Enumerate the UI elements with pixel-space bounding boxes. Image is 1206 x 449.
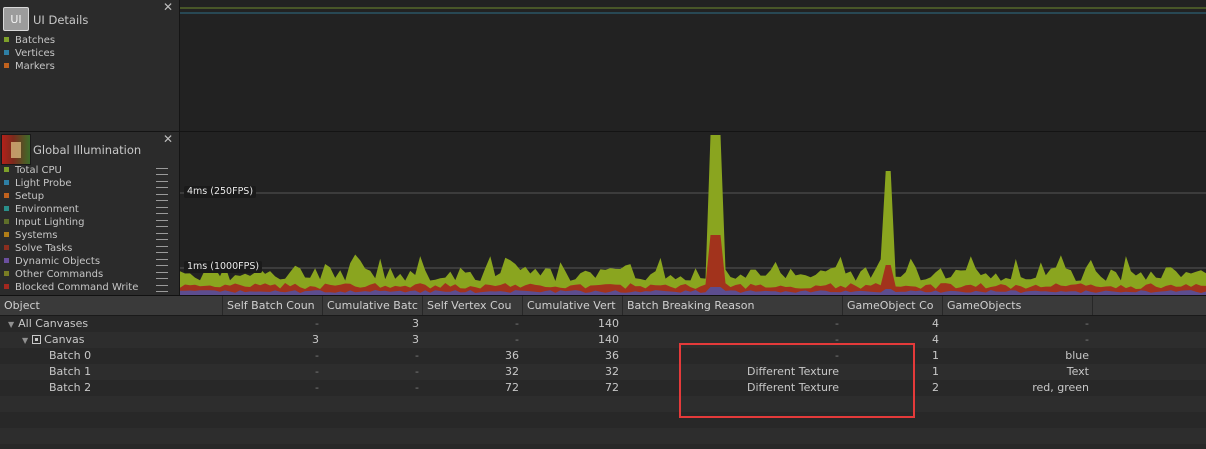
column-header-cumulative-batch-count[interactable]: Cumulative Batc: [323, 296, 423, 315]
legend-label: Light Probe: [15, 178, 72, 189]
legend-label: Setup: [15, 191, 45, 202]
drag-handle-icon[interactable]: [156, 285, 168, 292]
time-label-1ms: 1ms (1000FPS): [184, 261, 263, 273]
global-illumination-icon: [1, 134, 31, 165]
swatch: [4, 245, 9, 250]
gi-title[interactable]: Global Illumination: [33, 143, 141, 157]
swatch: [4, 167, 9, 172]
legend-label: Blocked Command Write: [15, 282, 139, 293]
legend-label: Input Lighting: [15, 217, 85, 228]
drag-handle-icon[interactable]: [156, 181, 168, 188]
gi-graph-svg: [180, 135, 1206, 295]
ui-details-graph[interactable]: [180, 0, 1206, 131]
table-row[interactable]: ▼ All Canvases -3-140-4-: [0, 316, 1206, 332]
ui-module-icon: UI: [3, 7, 29, 31]
column-header-object[interactable]: Object: [0, 296, 223, 315]
legend-item-solve-tasks[interactable]: Solve Tasks: [4, 242, 174, 255]
legend-label: Dynamic Objects: [15, 256, 101, 267]
ui-details-graph-svg: [180, 7, 1206, 14]
column-header-cumulative-vertex-count[interactable]: Cumulative Vert: [523, 296, 623, 315]
legend-label: Vertices: [15, 48, 55, 59]
drag-handle-icon[interactable]: [156, 207, 168, 214]
legend-item-dynamic-objects[interactable]: Dynamic Objects: [4, 255, 174, 268]
legend-item-environment[interactable]: Environment: [4, 203, 174, 216]
legend-item-total-cpu[interactable]: Total CPU: [4, 164, 174, 177]
cell-gameobjects: -: [1085, 317, 1089, 330]
table-header: Object Self Batch Coun Cumulative Batc S…: [0, 296, 1206, 316]
table-row: [0, 428, 1206, 444]
column-header-gameobjects[interactable]: GameObjects: [943, 296, 1093, 315]
legend-label: Systems: [15, 230, 58, 241]
swatch: [4, 258, 9, 263]
column-header-batch-breaking-reason[interactable]: Batch Breaking Reason: [623, 296, 843, 315]
ui-details-sidebar: UI UI Details ✕ Batches Vertices Markers: [0, 0, 180, 131]
table-row[interactable]: Batch 2- -72 72 Different Texture 2 red, gree…: [0, 380, 1206, 396]
drag-handle-icon[interactable]: [156, 194, 168, 201]
drag-handle-icon[interactable]: [156, 272, 168, 279]
table-row: [0, 396, 1206, 412]
cell-gameobjects: -: [1085, 333, 1089, 346]
swatch: [4, 193, 9, 198]
legend-item-setup[interactable]: Setup: [4, 190, 174, 203]
markers-swatch: [4, 63, 9, 68]
legend-item-light-probe[interactable]: Light Probe: [4, 177, 174, 190]
drag-handle-icon[interactable]: [156, 259, 168, 266]
column-header-self-vertex-count[interactable]: Self Vertex Cou: [423, 296, 523, 315]
swatch: [4, 206, 9, 211]
table-row[interactable]: Batch 1- -32 32 Different Texture 1 Text: [0, 364, 1206, 380]
legend-item-systems[interactable]: Systems: [4, 229, 174, 242]
legend-label: Solve Tasks: [15, 243, 73, 254]
legend-item-blocked-command-write[interactable]: Blocked Command Write: [4, 281, 174, 294]
legend-label: Batches: [15, 35, 56, 46]
legend-label: Total CPU: [15, 165, 62, 176]
gi-legend: Total CPU Light Probe Setup Environment …: [4, 164, 174, 294]
legend-item-input-lighting[interactable]: Input Lighting: [4, 216, 174, 229]
gi-graph[interactable]: 4ms (250FPS) 1ms (1000FPS): [180, 132, 1206, 295]
legend-label: Markers: [15, 61, 55, 72]
cell-gameobjects: blue: [1065, 349, 1089, 362]
legend-item-batches[interactable]: Batches: [4, 34, 55, 47]
cell-gameobjects: Text: [1066, 365, 1089, 378]
legend-label: Other Commands: [15, 269, 104, 280]
total-cpu-area: [180, 135, 1206, 295]
ui-details-close-icon[interactable]: ✕: [163, 1, 173, 13]
gi-close-icon[interactable]: ✕: [163, 133, 173, 145]
table-row: [0, 412, 1206, 428]
column-header-self-batch-count[interactable]: Self Batch Coun: [223, 296, 323, 315]
drag-handle-icon[interactable]: [156, 168, 168, 175]
ui-details-title[interactable]: UI Details: [33, 13, 88, 27]
table-row[interactable]: Batch 0- -36 36-1 blue: [0, 348, 1206, 364]
time-label-4ms: 4ms (250FPS): [184, 186, 257, 198]
drag-handle-icon[interactable]: [156, 220, 168, 227]
table-row[interactable]: ▼ Canvas 3 3-140-4-: [0, 332, 1206, 348]
legend-label: Environment: [15, 204, 79, 215]
legend-item-other-commands[interactable]: Other Commands: [4, 268, 174, 281]
legend-item-vertices[interactable]: Vertices: [4, 47, 55, 60]
drag-handle-icon[interactable]: [156, 246, 168, 253]
vertices-swatch: [4, 50, 9, 55]
swatch: [4, 284, 9, 289]
batches-swatch: [4, 37, 9, 42]
swatch: [4, 232, 9, 237]
legend-item-markers[interactable]: Markers: [4, 60, 55, 73]
ui-details-legend: Batches Vertices Markers: [4, 34, 55, 73]
cell-gameobjects: red, green: [1032, 381, 1089, 394]
column-header-gameobject-count[interactable]: GameObject Co: [843, 296, 943, 315]
swatch: [4, 180, 9, 185]
swatch: [4, 219, 9, 224]
swatch: [4, 271, 9, 276]
ui-hierarchy-table: Object Self Batch Coun Cumulative Batc S…: [0, 296, 1206, 449]
highlight-box: [679, 343, 915, 418]
drag-handle-icon[interactable]: [156, 233, 168, 240]
